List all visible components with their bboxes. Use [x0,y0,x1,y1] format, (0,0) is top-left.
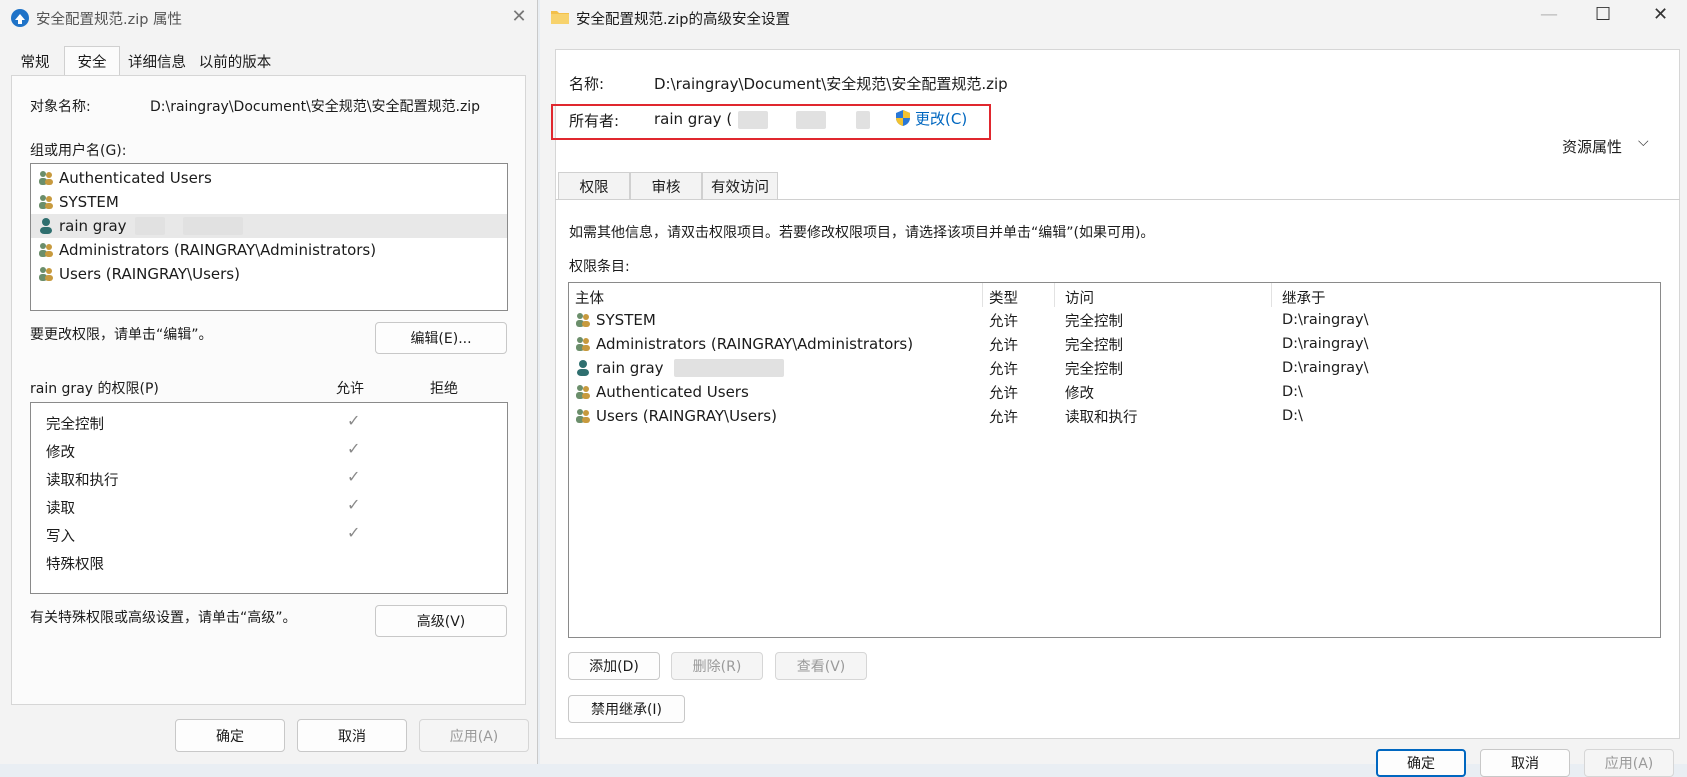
tab-details[interactable]: 详细信息 [124,48,190,75]
object-name-value: D:\raingray\Document\安全规范\安全配置规范.zip [150,99,481,115]
permission-entries-table[interactable]: 主体 类型 访问 继承于 SYSTEM 允许 完全控制 D:\raingray\… [568,282,1661,638]
redacted-block [738,110,769,129]
change-owner-link[interactable]: 更改(C) [894,108,967,131]
list-item[interactable]: Users (RAINGRAY\Users) [31,262,507,286]
cancel-button[interactable]: 取消 [1480,749,1570,777]
column-divider [1271,283,1272,307]
user-icon [37,217,55,235]
resource-properties[interactable]: 资源属性 [1562,136,1622,157]
advanced-hint: 有关特殊权限或高级设置，请单击“高级”。 [30,610,297,626]
folder-icon [550,8,570,26]
column-header-principal[interactable]: 主体 [575,287,604,308]
permission-name: 读取 [46,501,75,517]
edit-hint: 要更改权限，请单击“编辑”。 [30,327,213,343]
group-icon [37,169,55,187]
permissions-title: rain gray 的权限(P) [30,381,159,397]
tab-security[interactable]: 安全 [64,46,120,76]
disable-inheritance-button[interactable]: 禁用继承(I) [568,695,685,723]
check-icon: ✓ [347,495,361,514]
permission-name: 读取和执行 [46,473,119,489]
redacted-block [856,110,871,129]
tab-divider [555,199,1680,200]
tab-effective-access[interactable]: 有效访问 [702,172,778,200]
chevron-down-icon[interactable]: ⌵ [1638,134,1649,150]
group-icon [37,241,55,259]
owner-value: rain gray ( [654,110,871,129]
column-header-access[interactable]: 访问 [1065,287,1094,308]
permission-name: 修改 [46,445,75,461]
maximize-icon[interactable]: ☐ [1595,4,1611,25]
group-icon [574,335,592,353]
groups-label: 组或用户名(G): [30,143,127,159]
list-item-selected[interactable]: rain gray [31,214,507,238]
tab-auditing[interactable]: 审核 [630,172,702,200]
window-title: 安全配置规范.zip 属性 [36,12,183,28]
view-button[interactable]: 查看(V) [775,652,867,680]
list-item[interactable]: SYSTEM [31,190,507,214]
table-row[interactable]: SYSTEM 允许 完全控制 D:\raingray\ [569,308,1660,332]
permissions-list: 完全控制 ✓ 修改 ✓ 读取和执行 ✓ 读取 ✓ 写入 ✓ 特殊权限 [30,402,508,594]
apply-button[interactable]: 应用(A) [419,719,529,752]
table-row[interactable]: Administrators (RAINGRAY\Administrators)… [569,332,1660,356]
advanced-button[interactable]: 高级(V) [375,605,507,637]
check-icon: ✓ [347,411,361,430]
ok-button[interactable]: 确定 [1376,749,1466,777]
column-divider [982,283,983,307]
group-icon [574,407,592,425]
table-row[interactable]: Authenticated Users 允许 修改 D:\ [569,380,1660,404]
check-icon: ✓ [347,439,361,458]
check-icon: ✓ [347,467,361,486]
name-label: 名称: [569,75,605,93]
column-header-type[interactable]: 类型 [989,287,1018,308]
entries-label: 权限条目: [569,259,630,275]
list-item[interactable]: Administrators (RAINGRAY\Administrators) [31,238,507,262]
column-divider [1054,283,1055,307]
advanced-security-window: 安全配置规范.zip的高级安全设置 — ☐ ✕ 名称: D:\raingray\… [540,0,1687,777]
permission-name: 特殊权限 [46,557,104,573]
deny-header: 拒绝 [430,381,458,397]
group-icon [37,193,55,211]
check-icon: ✓ [347,523,361,542]
properties-window: 安全配置规范.zip 属性 ✕ 常规 安全 详细信息 以前的版本 对象名称: D… [0,0,538,764]
name-value: D:\raingray\Document\安全规范\安全配置规范.zip [654,75,1008,93]
owner-label: 所有者: [569,112,620,130]
group-icon [574,383,592,401]
tab-general[interactable]: 常规 [12,48,58,75]
zip-file-icon [10,8,30,28]
user-icon [574,359,592,377]
tab-permissions[interactable]: 权限 [558,172,630,200]
tab-previous-versions[interactable]: 以前的版本 [194,48,276,75]
allow-header: 允许 [336,381,364,397]
permission-name: 写入 [46,529,75,545]
group-icon [37,265,55,283]
info-text: 如需其他信息，请双击权限项目。若要修改权限项目，请选择该项目并单击“编辑”(如果… [569,225,1155,241]
list-item[interactable]: Authenticated Users [31,166,507,190]
close-icon[interactable]: ✕ [508,6,530,28]
redacted-block [673,359,784,377]
group-icon [574,311,592,329]
apply-button[interactable]: 应用(A) [1584,749,1674,777]
close-icon[interactable]: ✕ [1653,4,1668,25]
column-header-inherited[interactable]: 继承于 [1282,287,1326,308]
redacted-block [796,110,827,129]
minimize-icon[interactable]: — [1540,4,1558,25]
table-row[interactable]: rain gray 允许 完全控制 D:\raingray\ [569,356,1660,380]
uac-shield-icon [894,109,912,131]
object-name-label: 对象名称: [30,99,91,115]
ok-button[interactable]: 确定 [175,719,285,752]
window-title: 安全配置规范.zip的高级安全设置 [576,12,790,28]
table-row[interactable]: Users (RAINGRAY\Users) 允许 读取和执行 D:\ [569,404,1660,428]
permission-name: 完全控制 [46,417,104,433]
add-button[interactable]: 添加(D) [568,652,660,680]
cancel-button[interactable]: 取消 [297,719,407,752]
redacted-block [182,217,243,235]
remove-button[interactable]: 删除(R) [671,652,763,680]
edit-button[interactable]: 编辑(E)... [375,322,507,354]
groups-list[interactable]: Authenticated Users SYSTEM rain gray Adm… [30,163,508,311]
redacted-block [134,217,165,235]
